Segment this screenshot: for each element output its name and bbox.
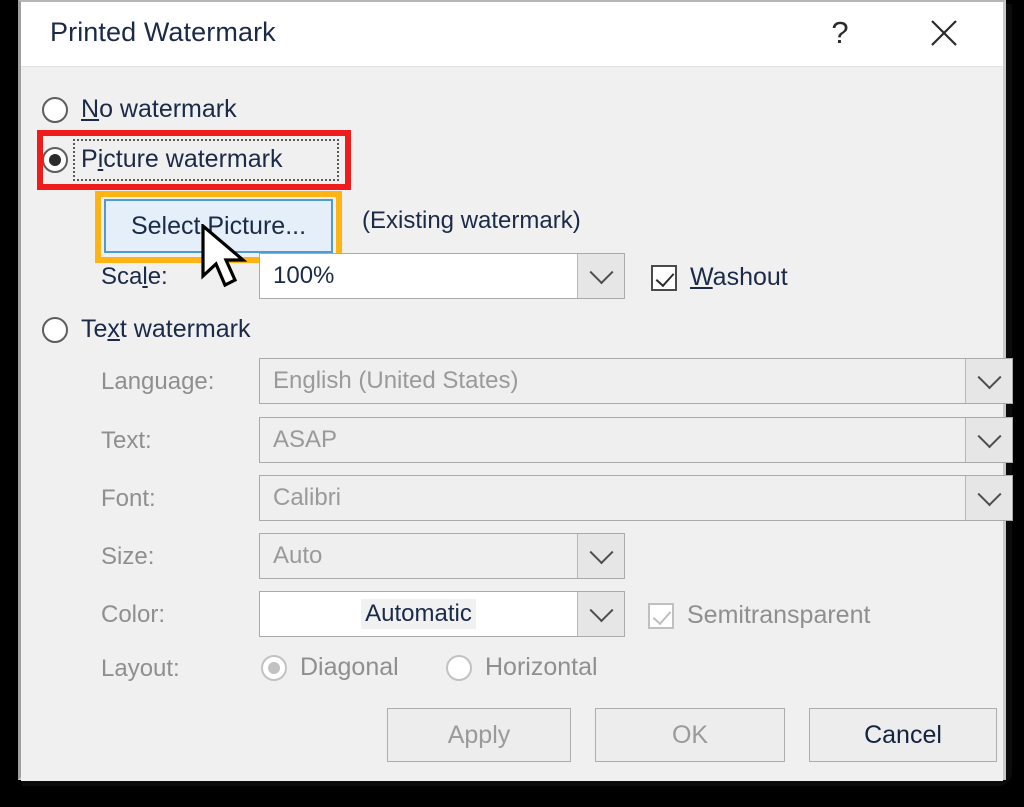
size-label: Size: (101, 543, 155, 570)
existing-watermark-note: (Existing watermark) (362, 207, 581, 234)
page-title: Printed Watermark (50, 17, 276, 47)
size-value: Auto (273, 542, 323, 569)
checkbox-checked-icon (651, 264, 677, 291)
chevron-down-icon[interactable] (577, 534, 624, 578)
dialog-titlebar: Printed Watermark ? (21, 2, 1003, 67)
checkbox-checked-icon (648, 602, 674, 629)
text-combobox[interactable]: ASAP (259, 417, 1013, 463)
question-mark-icon: ? (831, 15, 849, 50)
radio-picture-watermark[interactable]: Picture watermark (42, 145, 282, 174)
ok-button[interactable]: OK (595, 708, 785, 762)
radio-picture-watermark-label: Picture watermark (81, 145, 283, 173)
chevron-down-icon[interactable] (965, 476, 1012, 520)
font-label: Font: (101, 485, 156, 512)
color-value: Automatic (361, 599, 476, 629)
cancel-button-label: Cancel (864, 720, 942, 749)
radio-circle-icon (42, 96, 68, 123)
layout-label: Layout: (101, 655, 180, 682)
text-label: Text: (101, 427, 152, 454)
printed-watermark-dialog: Printed Watermark ? No watermark Picture… (18, 0, 1013, 781)
color-combobox[interactable]: Automatic (259, 591, 625, 637)
scale-value: 100% (273, 262, 335, 289)
layout-horizontal-label: Horizontal (485, 653, 598, 681)
cancel-button[interactable]: Cancel (809, 708, 997, 762)
radio-text-watermark-label: Text watermark (81, 315, 251, 343)
radio-layout-horizontal[interactable]: Horizontal (446, 653, 598, 682)
chevron-down-icon[interactable] (965, 359, 1012, 403)
semitransparent-checkbox[interactable]: Semitransparent (648, 601, 870, 630)
dialog-body: No watermark Picture watermark Select Pi… (21, 67, 1013, 781)
font-value: Calibri (273, 484, 342, 511)
apply-button[interactable]: Apply (387, 708, 571, 762)
chevron-down-icon[interactable] (577, 592, 624, 636)
ok-button-label: OK (671, 720, 709, 749)
chevron-down-icon[interactable] (965, 418, 1012, 462)
apply-button-label: Apply (447, 720, 511, 749)
radio-circle-filled-icon (261, 654, 287, 681)
radio-no-watermark[interactable]: No watermark (42, 95, 237, 124)
radio-circle-filled-icon (42, 146, 68, 173)
screen: Printed Watermark ? No watermark Picture… (0, 0, 1024, 807)
radio-circle-icon (446, 654, 472, 681)
washout-label: Washout (690, 263, 788, 291)
language-label: Language: (101, 368, 215, 395)
scale-combobox[interactable]: 100% (259, 253, 625, 299)
close-button[interactable] (913, 2, 975, 64)
help-button[interactable]: ? (809, 2, 871, 64)
radio-layout-diagonal[interactable]: Diagonal (261, 653, 399, 682)
radio-no-watermark-label: No watermark (81, 95, 237, 123)
radio-text-watermark[interactable]: Text watermark (42, 315, 251, 344)
color-label: Color: (101, 601, 166, 628)
language-value: English (United States) (273, 367, 519, 394)
size-combobox[interactable]: Auto (259, 533, 625, 579)
scale-label: Scale: (101, 263, 168, 290)
close-icon (929, 18, 959, 48)
select-picture-button-label: Select Picture... (104, 199, 333, 253)
radio-circle-icon (42, 316, 68, 343)
text-value: ASAP (273, 426, 338, 453)
language-combobox[interactable]: English (United States) (259, 358, 1013, 404)
layout-diagonal-label: Diagonal (300, 653, 399, 681)
washout-checkbox[interactable]: Washout (651, 263, 788, 292)
semitransparent-label: Semitransparent (687, 601, 871, 629)
chevron-down-icon[interactable] (577, 254, 624, 298)
font-combobox[interactable]: Calibri (259, 475, 1013, 521)
select-picture-button[interactable]: Select Picture... (104, 199, 333, 253)
